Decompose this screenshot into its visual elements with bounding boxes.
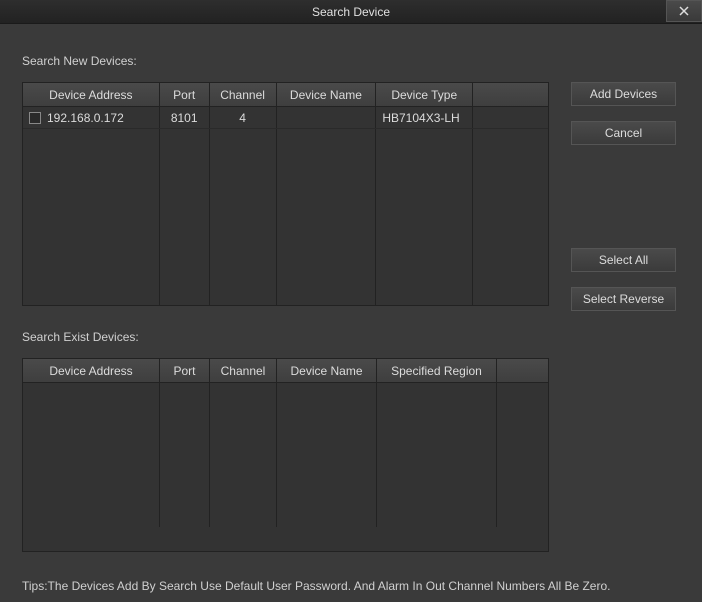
header-address-exist[interactable]: Device Address: [23, 359, 160, 383]
exist-devices-table: Device Address Port Channel Device Name …: [22, 358, 549, 552]
header-name[interactable]: Device Name: [277, 83, 377, 107]
new-devices-table: Device Address Port Channel Device Name …: [22, 82, 549, 306]
tips-text: Tips:The Devices Add By Search Use Defau…: [22, 579, 610, 593]
select-all-button[interactable]: Select All: [571, 248, 676, 272]
cell-name: [277, 107, 377, 128]
header-port[interactable]: Port: [160, 83, 210, 107]
header-type[interactable]: Device Type: [376, 83, 473, 107]
cell-address-text: 192.168.0.172: [47, 111, 124, 125]
cell-address: 192.168.0.172: [23, 107, 160, 128]
titlebar: Search Device: [0, 0, 702, 24]
exist-table-header: Device Address Port Channel Device Name …: [23, 359, 548, 383]
header-port-exist[interactable]: Port: [160, 359, 210, 383]
header-name-exist[interactable]: Device Name: [277, 359, 377, 383]
cell-channel: 4: [210, 107, 277, 128]
header-extra-exist[interactable]: [497, 359, 548, 383]
cell-extra: [473, 107, 548, 128]
add-devices-button[interactable]: Add Devices: [571, 82, 676, 106]
row-checkbox[interactable]: [29, 112, 41, 124]
new-table-header: Device Address Port Channel Device Name …: [23, 83, 548, 107]
window-title: Search Device: [312, 5, 390, 19]
table-row[interactable]: 192.168.0.172 8101 4 HB7104X3-LH: [23, 107, 548, 129]
cancel-button[interactable]: Cancel: [571, 121, 676, 145]
header-channel[interactable]: Channel: [210, 83, 277, 107]
header-region-exist[interactable]: Specified Region: [377, 359, 497, 383]
cell-type: HB7104X3-LH: [376, 107, 473, 128]
search-new-label: Search New Devices:: [22, 54, 137, 68]
close-icon: [678, 5, 690, 17]
content-area: Search New Devices: Device Address Port …: [0, 24, 702, 602]
header-extra[interactable]: [473, 83, 548, 107]
close-button[interactable]: [666, 0, 702, 22]
header-address[interactable]: Device Address: [23, 83, 160, 107]
search-exist-label: Search Exist Devices:: [22, 330, 139, 344]
cell-port: 8101: [160, 107, 210, 128]
header-channel-exist[interactable]: Channel: [210, 359, 277, 383]
select-reverse-button[interactable]: Select Reverse: [571, 287, 676, 311]
